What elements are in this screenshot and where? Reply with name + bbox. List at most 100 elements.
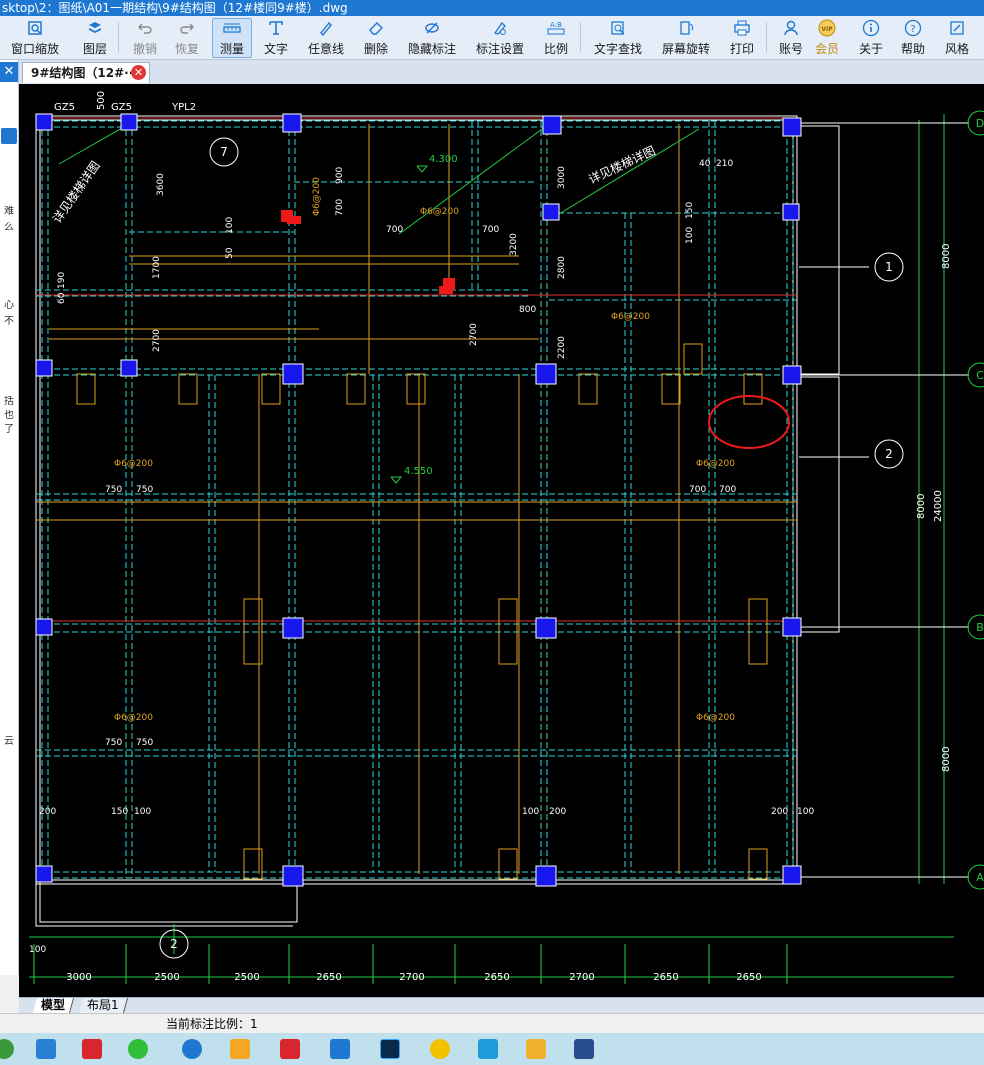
- dimension-label: 60: [57, 292, 67, 304]
- cad-icon[interactable]: [574, 1039, 594, 1059]
- side-panel: 难 么 心 不 括 也 了 云: [0, 60, 19, 975]
- axis-bubble-label: B: [976, 621, 984, 634]
- dimension-label: 8000: [916, 494, 927, 519]
- toolbar-annotation-settings-button[interactable]: 标注设置: [472, 18, 528, 58]
- about-icon: [861, 18, 881, 38]
- beams-horizontal: [36, 120, 797, 879]
- photoshop-icon[interactable]: [380, 1039, 400, 1059]
- outer-walls: [35, 115, 840, 927]
- toolbar-label: 任意线: [307, 42, 344, 56]
- toolbar-label: 风格: [944, 42, 969, 56]
- music-icon[interactable]: [430, 1039, 450, 1059]
- freehand-line-icon: [316, 18, 336, 38]
- photos-icon[interactable]: [36, 1039, 56, 1059]
- tab-model[interactable]: 模型: [32, 998, 75, 1013]
- toolbar-style-button[interactable]: 风格: [940, 18, 974, 58]
- dimension-label: 3600: [156, 173, 166, 196]
- toolbar-rotate-screen-button[interactable]: 屏幕旋转: [658, 18, 714, 58]
- toolbar-label: 关于: [858, 42, 883, 56]
- toolbar-print-button[interactable]: 打印: [726, 18, 758, 58]
- dimension-label: 2650: [484, 972, 509, 983]
- elevation-mark: 4.300: [429, 154, 458, 165]
- dimension-label: 200: [549, 807, 566, 817]
- s-browser-icon[interactable]: [182, 1039, 202, 1059]
- style-icon: [947, 18, 967, 38]
- toolbar-freehand-line-button[interactable]: 任意线: [304, 18, 348, 58]
- main-toolbar: 窗口缩放 图层 撤销 恢复 测量 文字 任意线 删除 隐藏标注 标注设置 A:B…: [0, 16, 984, 60]
- column-label: YPL2: [171, 102, 196, 113]
- snip-icon[interactable]: [330, 1039, 350, 1059]
- dimension-label: 750: [136, 485, 153, 495]
- document-tab-label: 9#结构图（12#···: [31, 66, 138, 80]
- side-panel-text: 括: [4, 396, 14, 407]
- dimension-label: 2650: [316, 972, 341, 983]
- text-icon: [266, 18, 286, 38]
- vip-icon: VIP: [817, 18, 837, 38]
- browser-icon[interactable]: [0, 1039, 14, 1059]
- toolbar-about-button[interactable]: 关于: [854, 18, 888, 58]
- dimension-label: 2700: [469, 323, 479, 346]
- toolbar-layers-button[interactable]: 图层: [78, 18, 112, 58]
- rebar-note: Φ6@200: [420, 207, 459, 217]
- drawing-canvas[interactable]: 详见楼梯详图 详见楼梯详图 GZ5 GZ5 YPL2 500 7 1 2 2 D…: [19, 84, 984, 997]
- zoom-window-icon: [25, 18, 45, 38]
- toolbar-account-button[interactable]: 账号: [774, 18, 808, 58]
- toolbar-text-button[interactable]: 文字: [260, 18, 292, 58]
- toolbar-undo-button[interactable]: 撤销: [128, 18, 162, 58]
- document-tab[interactable]: 9#结构图（12#··· ✕: [22, 62, 150, 83]
- toolbar-measure-button[interactable]: 测量: [212, 18, 252, 58]
- tab-layout1[interactable]: 布局1: [78, 998, 128, 1013]
- dimension-label: 3200: [509, 233, 519, 256]
- toolbar-label: 窗口缩放: [10, 42, 59, 56]
- dimension-label: 150: [685, 202, 695, 219]
- rebar-note: Φ6@200: [696, 459, 735, 469]
- rebar-note: Φ6@200: [114, 713, 153, 723]
- hide-annotation-icon: [422, 18, 442, 38]
- pdf-icon[interactable]: [280, 1039, 300, 1059]
- rebar-lines: [36, 124, 797, 880]
- scale-icon-text: A:B: [550, 21, 562, 29]
- cad-drawing: 详见楼梯详图 详见楼梯详图 GZ5 GZ5 YPL2 500 7 1 2 2 D…: [29, 91, 984, 984]
- toolbar-hide-annotation-button[interactable]: 隐藏标注: [404, 18, 460, 58]
- toolbar-label: 标注设置: [475, 42, 524, 56]
- cloud-icon[interactable]: [230, 1039, 250, 1059]
- side-panel-close-button[interactable]: ✕: [0, 62, 18, 82]
- toolbar-delete-button[interactable]: 删除: [360, 18, 392, 58]
- wechat-icon[interactable]: [128, 1039, 148, 1059]
- toolbar-redo-button[interactable]: 恢复: [170, 18, 204, 58]
- dimension-label: 100: [522, 807, 539, 817]
- sync-icon[interactable]: [1, 128, 17, 144]
- dimension-label: 100: [797, 807, 814, 817]
- folder-icon[interactable]: [526, 1039, 546, 1059]
- toolbar-label: 会员: [814, 42, 839, 56]
- window-title: sktop\2：图纸\A01一期结构\9#结构图（12#楼同9#楼）.dwg: [0, 0, 984, 16]
- red-markers: [281, 210, 455, 294]
- dimension-label: 750: [136, 738, 153, 748]
- rotate-screen-icon: [676, 18, 696, 38]
- toolbar-label: 账号: [778, 42, 803, 56]
- svg-text:?: ?: [910, 24, 915, 35]
- document-tab-close-icon[interactable]: ✕: [131, 65, 146, 80]
- os-taskbar: [0, 1033, 984, 1065]
- side-panel-text: 心: [4, 300, 14, 311]
- dimension-label: 100: [29, 945, 46, 955]
- toolbar-label: 隐藏标注: [407, 42, 456, 56]
- axis-bubble-label: A: [976, 871, 984, 884]
- toolbar-text-search-button[interactable]: 文字查找: [590, 18, 646, 58]
- toolbar-zoom-window-button[interactable]: 窗口缩放: [6, 18, 64, 58]
- toolbar-help-button[interactable]: ? 帮助: [896, 18, 930, 58]
- column-label: GZ5: [111, 102, 132, 113]
- toolbar-label: 文字查找: [593, 42, 642, 56]
- bluetooth-icon[interactable]: [1, 520, 17, 534]
- dimension-label: 700: [386, 225, 403, 235]
- app-red-icon[interactable]: [82, 1039, 102, 1059]
- side-panel-text: 云: [4, 736, 14, 747]
- dimension-label: 50: [225, 247, 235, 259]
- stair-note: 详见楼梯详图: [586, 143, 658, 187]
- dimension-label: 24000: [933, 490, 944, 522]
- toolbar-vip-button[interactable]: VIP 会员: [810, 18, 844, 58]
- dimension-lines: [29, 114, 954, 984]
- tencent-icon[interactable]: [478, 1039, 498, 1059]
- dimension-label: 8000: [941, 244, 952, 269]
- toolbar-scale-button[interactable]: A:B 比例: [540, 18, 572, 58]
